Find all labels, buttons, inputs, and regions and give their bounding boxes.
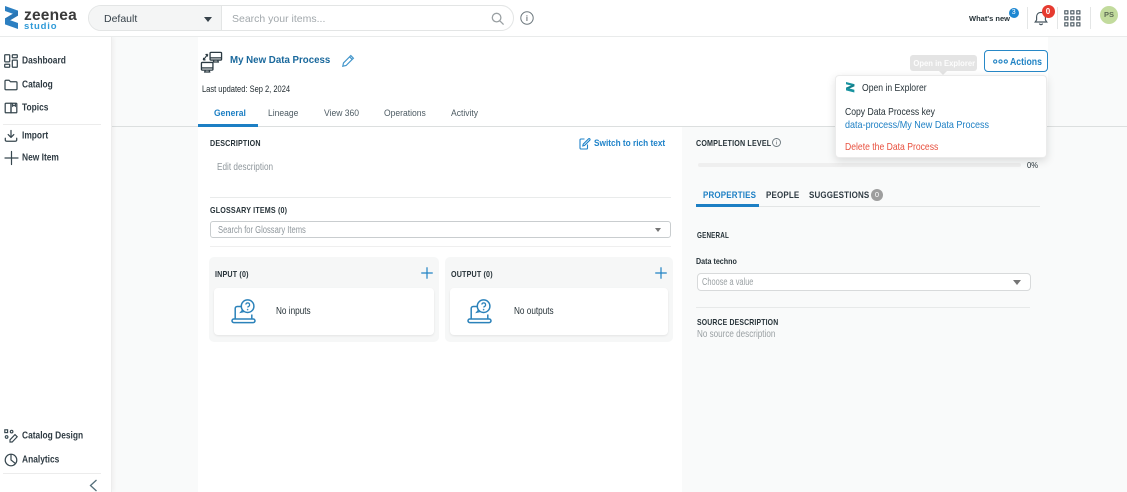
svg-text:i: i (526, 13, 528, 23)
svg-text:i: i (775, 141, 776, 147)
